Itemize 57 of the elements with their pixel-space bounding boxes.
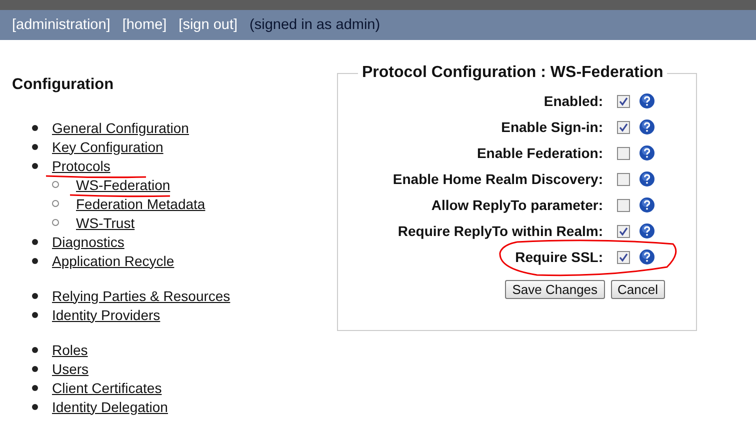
bullet-icon [32,144,38,150]
bullet-icon [32,258,38,264]
checkbox[interactable] [617,146,630,160]
setting-label: Require ReplyTo within Realm: [398,223,603,239]
sidebar-link[interactable]: Roles [52,342,88,358]
sidebar-link[interactable]: WS-Trust [76,214,135,230]
sidebar-link[interactable]: Relying Parties & Resources [52,288,230,304]
sidebar-link[interactable]: Protocols [52,158,110,174]
sidebar-title: Configuration [12,76,115,94]
sidebar-link[interactable]: WS-Federation [76,176,170,192]
save-button[interactable]: Save Changes [505,280,605,299]
help-icon[interactable] [639,197,655,213]
checkbox[interactable] [617,250,630,264]
panel-title: Protocol Configuration : WS-Federation [361,64,664,82]
sidebar-link[interactable]: General Configuration [52,120,189,136]
bullet-icon [52,200,59,207]
bullet-icon [32,162,38,168]
nav-link[interactable]: [home] [122,17,167,33]
setting-label: Enable Home Realm Discovery: [392,171,603,187]
bullet-icon [32,346,38,352]
checkbox[interactable] [617,120,630,134]
bullet-icon [32,292,38,298]
bullet-icon [32,312,38,318]
bullet-icon [32,366,38,372]
sidebar-link[interactable]: Federation Metadata [76,196,206,212]
checkbox[interactable] [617,94,630,108]
help-icon[interactable] [639,223,655,239]
sidebar-link[interactable]: Identity Providers [52,306,160,322]
help-icon[interactable] [639,249,655,265]
help-icon[interactable] [639,93,655,109]
sidebar-link[interactable]: Application Recycle [52,252,174,268]
bullet-icon [32,124,38,130]
checkbox[interactable] [617,172,630,186]
sidebar-link[interactable]: Key Configuration [52,138,164,154]
sidebar-link[interactable]: Identity Delegation [52,398,168,414]
bullet-icon [32,404,38,410]
sidebar-link[interactable]: Users [52,360,89,376]
help-icon[interactable] [639,119,655,135]
setting-label: Enabled: [544,93,603,109]
bullet-icon [52,181,59,188]
setting-label: Enable Federation: [476,145,603,161]
checkbox[interactable] [617,198,630,212]
setting-label: Allow ReplyTo parameter: [431,197,603,213]
setting-label: Require SSL: [515,249,603,265]
checkbox[interactable] [617,224,630,238]
nav-link[interactable]: [administration] [12,17,110,33]
cancel-button[interactable]: Cancel [610,280,665,299]
setting-label: Enable Sign-in: [501,119,603,135]
sidebar-link[interactable]: Client Certificates [52,380,162,396]
bullet-icon [32,384,38,390]
nav-link[interactable]: [sign out] [178,17,238,33]
sidebar-link[interactable]: Diagnostics [52,234,124,250]
help-icon[interactable] [639,171,655,187]
signed-in-text: (signed in as admin) [250,17,380,33]
bullet-icon [52,219,59,226]
help-icon[interactable] [639,145,655,161]
bullet-icon [32,238,38,244]
